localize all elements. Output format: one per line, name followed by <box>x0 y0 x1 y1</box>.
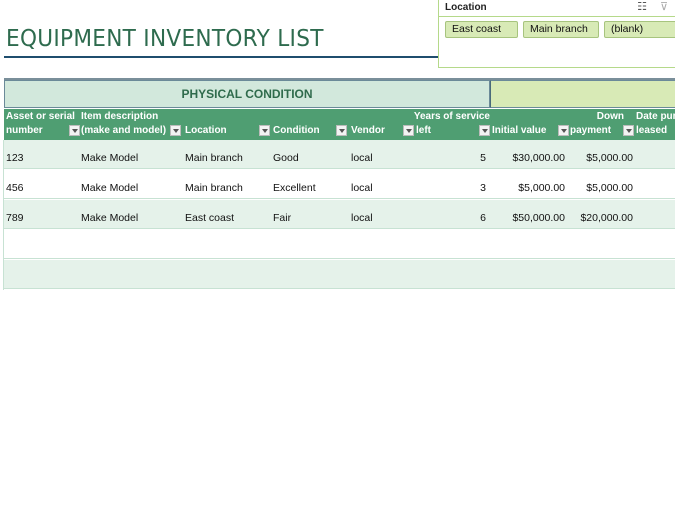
group-financial <box>490 80 675 108</box>
filter-vendor-button[interactable] <box>403 125 414 136</box>
group-physical-condition: PHYSICAL CONDITION <box>4 80 490 108</box>
col-condition: Condition <box>273 109 349 140</box>
col-years: Years of service left <box>413 111 490 136</box>
table-row[interactable]: 789 Make Model East coast Fair local 6 $… <box>4 200 675 229</box>
filter-location-button[interactable] <box>259 125 270 136</box>
filter-initial-value-button[interactable] <box>558 125 569 136</box>
location-slicer: Location ☷ ⊽ East coast Main branch (bla… <box>438 0 675 68</box>
slicer-divider <box>439 16 675 17</box>
column-header-row: Asset or serial number Item description … <box>4 109 675 140</box>
table-row[interactable] <box>4 230 675 259</box>
col-date-purchased: Date pur leased <box>636 111 675 136</box>
col-initial-value: Initial value <box>492 109 570 140</box>
col-vendor: Vendor <box>351 109 415 140</box>
title-underline <box>4 56 438 58</box>
table-row[interactable]: 123 Make Model Main branch Good local 5 … <box>4 140 675 169</box>
col-location: Location <box>185 109 271 140</box>
multi-select-icon[interactable]: ☷ <box>635 1 649 14</box>
clear-filter-icon[interactable]: ⊽ <box>657 1 671 14</box>
slicer-item-blank[interactable]: (blank) <box>604 21 675 38</box>
filter-condition-button[interactable] <box>336 125 347 136</box>
filter-years-button[interactable] <box>479 125 490 136</box>
col-item: Item description (make and model) <box>81 109 183 140</box>
table-row[interactable] <box>4 260 675 289</box>
slicer-item-main-branch[interactable]: Main branch <box>523 21 599 38</box>
slicer-item-east-coast[interactable]: East coast <box>445 21 518 38</box>
col-down-payment: Down payment <box>570 109 636 140</box>
filter-down-payment-button[interactable] <box>623 125 634 136</box>
filter-item-button[interactable] <box>170 125 181 136</box>
page-title: EQUIPMENT INVENTORY LIST <box>6 26 324 52</box>
filter-asset-button[interactable] <box>69 125 80 136</box>
table-row[interactable]: 456 Make Model Main branch Excellent loc… <box>4 170 675 199</box>
slicer-header: Location <box>445 2 487 13</box>
group-header-row: PHYSICAL CONDITION <box>4 80 675 108</box>
col-asset: Asset or serial number <box>6 109 80 140</box>
